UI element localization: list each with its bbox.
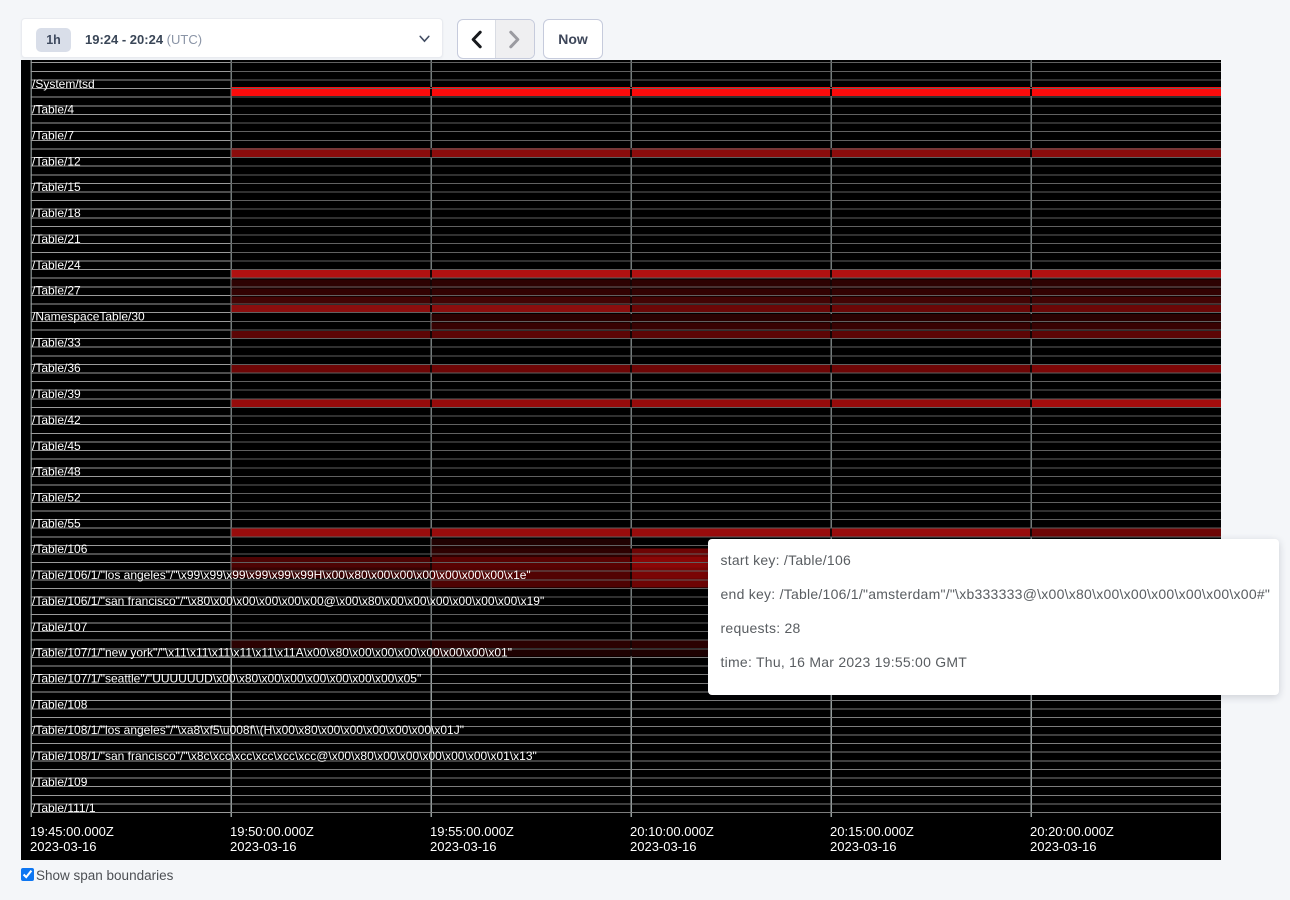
- svg-text:2023-03-16: 2023-03-16: [430, 839, 497, 854]
- svg-text:/Table/107: /Table/107: [32, 620, 88, 634]
- svg-text:19:55:00.000Z: 19:55:00.000Z: [430, 824, 514, 839]
- svg-text:/Table/111/1: /Table/111/1: [32, 801, 96, 815]
- svg-text:/Table/24: /Table/24: [32, 258, 81, 272]
- svg-text:/Table/36: /Table/36: [32, 361, 81, 375]
- svg-text:/Table/109: /Table/109: [32, 775, 88, 789]
- svg-text:/Table/42: /Table/42: [32, 413, 81, 427]
- svg-text:/Table/4: /Table/4: [32, 103, 74, 117]
- svg-text:2023-03-16: 2023-03-16: [1030, 839, 1097, 854]
- svg-text:20:20:00.000Z: 20:20:00.000Z: [1030, 824, 1114, 839]
- svg-text:/Table/106/1/"los angeles"/"\x: /Table/106/1/"los angeles"/"\x99\x99\x99…: [32, 568, 531, 582]
- svg-text:/Table/52: /Table/52: [32, 491, 81, 505]
- svg-text:20:10:00.000Z: 20:10:00.000Z: [630, 824, 714, 839]
- svg-text:/Table/27: /Table/27: [32, 284, 81, 298]
- svg-text:/Table/106: /Table/106: [32, 542, 88, 556]
- svg-text:/Table/48: /Table/48: [32, 465, 81, 479]
- svg-text:/Table/21: /Table/21: [32, 232, 81, 246]
- svg-text:/Table/107/1/"seattle"/"UUUUUU: /Table/107/1/"seattle"/"UUUUUUD\x00\x80\…: [32, 672, 421, 686]
- svg-text:2023-03-16: 2023-03-16: [230, 839, 297, 854]
- svg-text:/Table/18: /Table/18: [32, 206, 81, 220]
- svg-text:/Table/108/1/"los angeles"/"\x: /Table/108/1/"los angeles"/"\xa8\xf5\u00…: [32, 723, 464, 737]
- svg-text:/Table/45: /Table/45: [32, 439, 81, 453]
- svg-text:/Table/7: /Table/7: [32, 129, 74, 143]
- svg-text:20:15:00.000Z: 20:15:00.000Z: [830, 824, 914, 839]
- svg-text:/Table/33: /Table/33: [32, 335, 81, 349]
- svg-text:/Table/108: /Table/108: [32, 697, 88, 711]
- svg-text:/System/tsd: /System/tsd: [32, 77, 95, 91]
- svg-text:19:45:00.000Z: 19:45:00.000Z: [30, 824, 114, 839]
- svg-text:2023-03-16: 2023-03-16: [630, 839, 697, 854]
- svg-text:19:50:00.000Z: 19:50:00.000Z: [230, 824, 314, 839]
- svg-text:/Table/108/1/"san francisco"/": /Table/108/1/"san francisco"/"\x8c\xcc\x…: [32, 749, 537, 763]
- svg-text:/Table/12: /Table/12: [32, 154, 81, 168]
- svg-text:2023-03-16: 2023-03-16: [830, 839, 897, 854]
- svg-text:/NamespaceTable/30: /NamespaceTable/30: [32, 310, 145, 324]
- svg-text:/Table/106/1/"san francisco"/": /Table/106/1/"san francisco"/"\x80\x00\x…: [32, 594, 544, 608]
- svg-text:/Table/39: /Table/39: [32, 387, 81, 401]
- svg-text:/Table/107/1/"new york"/"\x11\: /Table/107/1/"new york"/"\x11\x11\x11\x1…: [32, 646, 512, 660]
- svg-text:/Table/15: /Table/15: [32, 180, 81, 194]
- svg-text:2023-03-16: 2023-03-16: [30, 839, 97, 854]
- svg-text:/Table/55: /Table/55: [32, 516, 81, 530]
